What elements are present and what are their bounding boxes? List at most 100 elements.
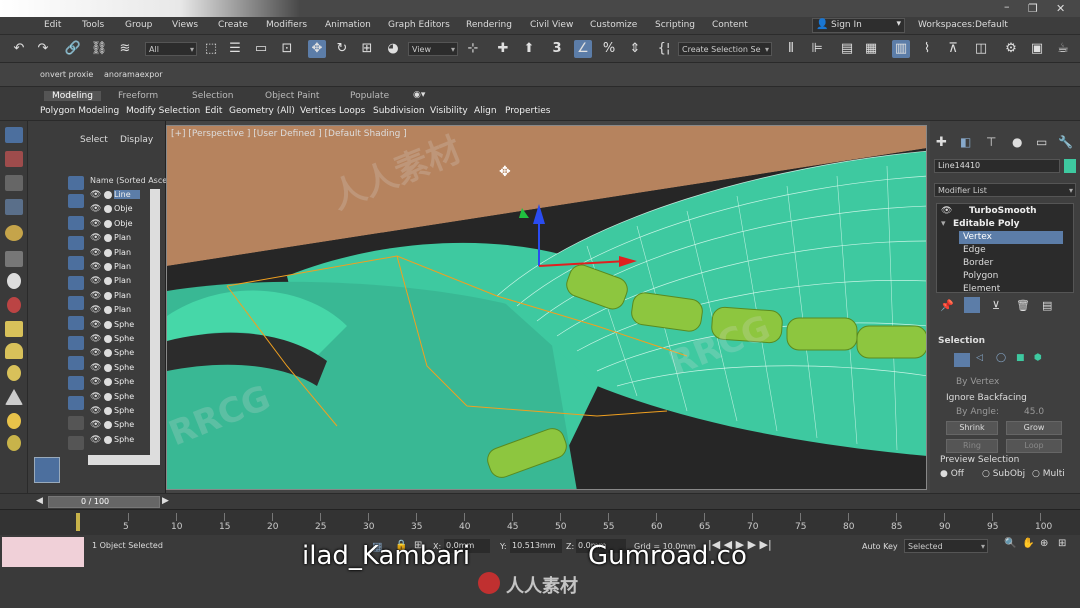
stack-element[interactable]: Element [963,284,1000,291]
ribbon-polygon-modeling[interactable]: Polygon Modeling [40,106,119,116]
ribbon-edit[interactable]: Edit [205,106,222,116]
stack-vertex[interactable]: Vertex [963,232,992,242]
menu-rendering[interactable]: Rendering [466,20,512,30]
ribbon-align[interactable]: Align [474,106,497,116]
table-row[interactable]: 👁 Sphe [68,419,162,433]
visibility-eye-icon[interactable]: 👁 [90,392,101,402]
table-row[interactable]: 👁 Sphe [68,434,162,448]
visibility-eye-icon[interactable]: 👁 [90,233,101,243]
table-row[interactable]: 👁 Obje [68,203,162,217]
cone-icon[interactable] [5,389,23,405]
display-tab-icon[interactable]: ▭ [1036,135,1047,149]
visibility-eye-icon[interactable]: 👁 [90,291,101,301]
table-row[interactable]: 👁 Plan [68,275,162,289]
bind-spacewarp-icon[interactable]: ≋ [116,40,134,58]
remove-modifier-icon[interactable]: 🗑 [1016,299,1030,312]
utilities-icon[interactable] [5,251,23,267]
pivot-center-icon[interactable]: ⊹ [464,40,482,58]
stack-edge[interactable]: Edge [963,245,986,255]
table-row[interactable]: 👁 Sphe [68,405,162,419]
border-mode-icon[interactable]: ◯ [996,353,1006,363]
visibility-eye-icon[interactable]: 👁 [90,190,101,200]
table-row[interactable]: 👁 Plan [68,304,162,318]
perspective-viewport[interactable]: ✥ [+] [Perspective ] [User Defined ] [De… [166,125,927,490]
material-editor-icon[interactable]: ◫ [972,40,990,58]
undo-icon[interactable]: ↶ [10,40,28,58]
visibility-eye-icon[interactable]: 👁 [90,348,101,358]
display-icon[interactable] [5,225,23,241]
redo-icon[interactable]: ↷ [34,40,52,58]
maximize-viewport-icon[interactable]: ⊞ [1058,538,1066,549]
workspace-value[interactable]: Default [975,20,1008,30]
ring-button[interactable]: Ring [946,439,998,453]
freeze-dot-icon[interactable] [104,407,112,415]
link-icon[interactable]: 🔗 [64,40,82,58]
rect-selection-icon[interactable]: ▭ [252,40,270,58]
tab-freeform[interactable]: Freeform [118,91,158,101]
table-row[interactable]: 👁 Plan [68,261,162,275]
by-angle-checkbox[interactable]: By Angle: [956,407,999,417]
zoom-icon[interactable]: 🔍 [1004,538,1016,549]
menu-civil-view[interactable]: Civil View [530,20,573,30]
freeze-dot-icon[interactable] [104,291,112,300]
shrink-button[interactable]: Shrink [946,421,998,435]
freeze-dot-icon[interactable] [104,191,112,199]
light-icon[interactable] [7,365,21,381]
table-row[interactable]: 👁 Sphe [68,362,162,376]
move-icon[interactable]: ✥ [308,40,326,58]
named-selection-set-combo[interactable]: Create Selection Se [678,42,772,56]
table-row[interactable]: 👁 Plan [68,290,162,304]
scale-icon[interactable]: ⊞ [358,40,376,58]
table-row[interactable]: 👁 Sphe [68,319,162,333]
tab-object-paint[interactable]: Object Paint [265,91,319,101]
freeze-dot-icon[interactable] [104,435,112,444]
table-row[interactable]: 👁 Plan [68,247,162,261]
menu-customize[interactable]: Customize [590,20,637,30]
visibility-eye-icon[interactable]: 👁 [90,305,101,315]
close-icon[interactable]: ✕ [1056,2,1065,15]
rendered-frame-icon[interactable]: ▣ [1028,40,1046,58]
menu-edit[interactable]: Edit [44,20,61,30]
pan-icon[interactable]: ✋ [1022,538,1034,549]
render-setup-icon[interactable]: ⚙ [1002,40,1020,58]
vertex-mode-icon[interactable] [954,353,970,367]
freeze-dot-icon[interactable] [104,277,112,286]
box-icon[interactable] [5,321,23,337]
selection-filter-combo[interactable]: All [145,42,197,56]
visibility-eye-icon[interactable]: 👁 [90,262,101,272]
visibility-eye-icon[interactable]: 👁 [90,219,101,229]
scene-tab-select[interactable]: Select [80,135,108,145]
sun-icon[interactable] [7,413,21,429]
menu-animation[interactable]: Animation [325,20,371,30]
visibility-eye-icon[interactable]: 👁 [90,435,101,445]
freeze-dot-icon[interactable] [104,349,112,358]
sign-in-dropdown[interactable]: 👤 Sign In ▾ [812,18,905,33]
scene-explorer-icon[interactable]: ▤ [838,40,856,58]
place-icon[interactable]: ◕ [384,40,402,58]
freeze-dot-icon[interactable] [104,306,112,315]
scene-scrollbar[interactable] [150,189,160,455]
orbit-icon[interactable]: ⊕ [1040,538,1048,549]
freeze-dot-icon[interactable] [104,378,112,387]
stack-border[interactable]: Border [963,258,993,268]
preview-subobj-radio[interactable]: ○ SubObj [982,469,1025,479]
collapse-icon[interactable]: ▾ [941,219,946,229]
freeze-dot-icon[interactable] [104,234,112,243]
curve-editor-icon[interactable]: ⌇ [918,40,936,58]
table-row[interactable]: 👁 Sphe [68,347,162,361]
time-slider[interactable]: 0 / 100 [48,496,160,508]
menu-tools[interactable]: Tools [82,20,104,30]
ribbon-subdivision[interactable]: Subdivision [373,106,425,116]
freeze-dot-icon[interactable] [104,363,112,372]
time-next-icon[interactable]: ▶ [162,496,169,506]
stack-turbosmooth[interactable]: TurboSmooth [969,206,1037,216]
menu-content[interactable]: Content [712,20,748,30]
scene-tab-display[interactable]: Display [120,135,153,145]
tab-selection[interactable]: Selection [192,91,233,101]
minimize-icon[interactable]: – [1004,0,1010,13]
snap-toggle-icon[interactable]: 3 [548,40,566,58]
freeze-dot-icon[interactable] [104,248,112,257]
modify-icon[interactable] [5,151,23,167]
configure-sets-icon[interactable]: ▤ [1042,299,1052,312]
freeze-dot-icon[interactable] [104,392,112,401]
